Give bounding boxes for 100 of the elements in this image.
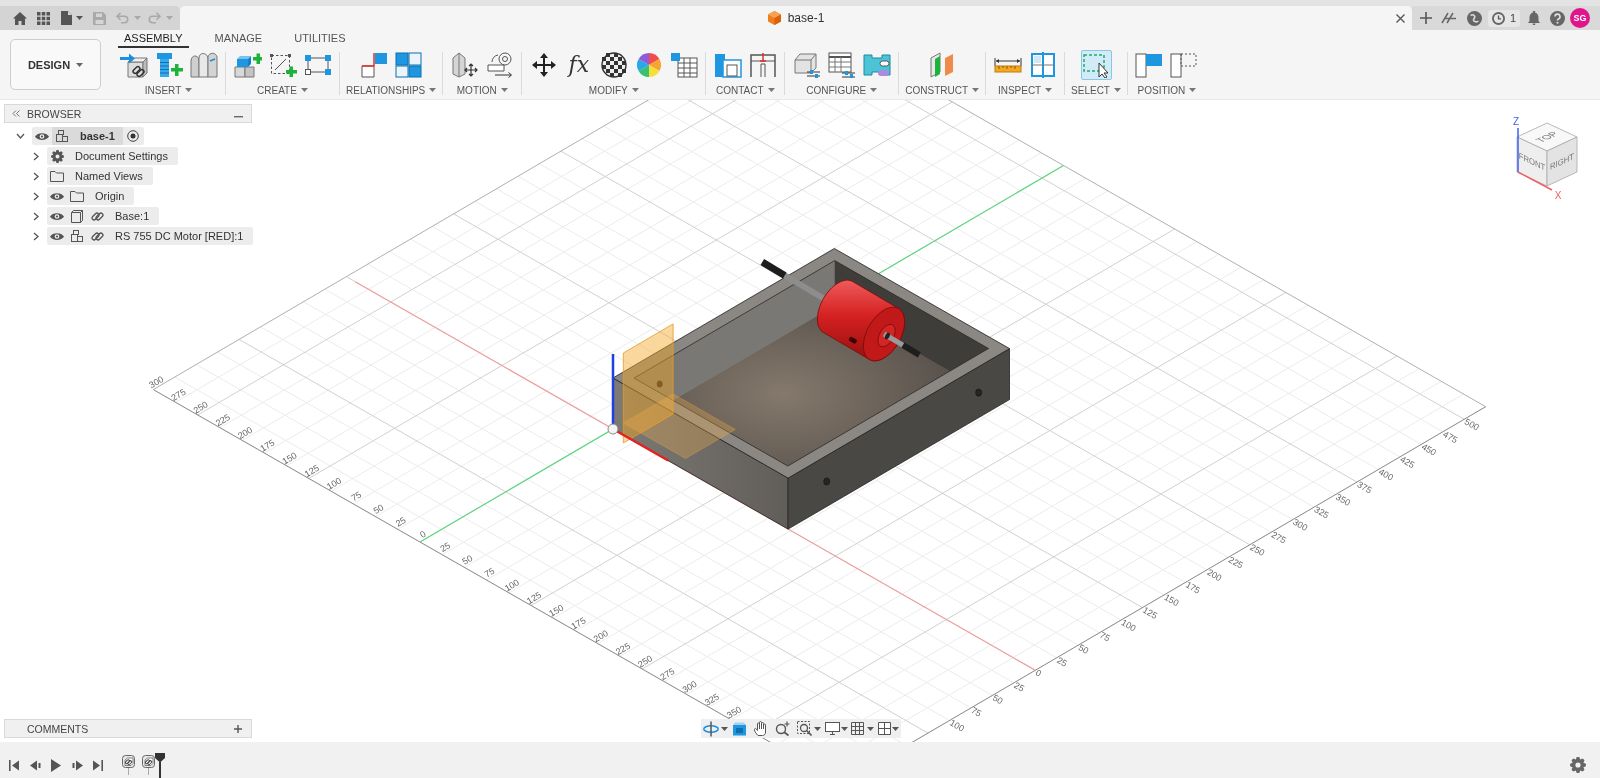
caret-icon[interactable] <box>813 726 821 731</box>
tool-group-menu[interactable]: CREATE <box>257 82 308 98</box>
ruler-label: 325 <box>1312 504 1331 521</box>
flag-square-icon[interactable] <box>359 52 388 78</box>
minimize-icon[interactable] <box>234 115 243 118</box>
browser-item[interactable]: Named Views <box>47 167 153 185</box>
dashed-square-plus-icon[interactable] <box>268 52 297 78</box>
caret-icon[interactable] <box>840 726 848 731</box>
add-icon[interactable] <box>234 724 242 733</box>
tool-group-menu[interactable]: CONFIGURE <box>806 82 878 98</box>
box-sliders-icon[interactable] <box>792 52 821 78</box>
tool-group-menu[interactable]: MOTION <box>456 82 508 98</box>
file-icon[interactable] <box>60 11 72 25</box>
home-icon[interactable] <box>13 11 27 25</box>
ruler-label: 0 <box>1033 667 1044 679</box>
block-arrows-icon[interactable] <box>450 52 479 78</box>
tool-group-menu[interactable]: MODIFY <box>588 82 639 98</box>
skip-end-icon[interactable] <box>93 759 103 771</box>
bell-icon[interactable] <box>1528 11 1541 25</box>
ruler-label: 300 <box>1291 516 1310 533</box>
tool-group-menu[interactable]: INSPECT <box>997 82 1053 98</box>
checker-sphere-icon[interactable] <box>599 52 628 78</box>
section-icon[interactable] <box>1028 52 1057 78</box>
browser-item[interactable]: Document Settings <box>47 147 178 165</box>
job-status-button[interactable]: 1 <box>1488 9 1521 27</box>
apps-icon[interactable] <box>36 11 50 25</box>
tool-group-menu[interactable]: CONTACT <box>716 82 775 98</box>
browser-item[interactable]: Origin <box>47 187 135 205</box>
panels-icon[interactable] <box>713 52 742 78</box>
tool-group-menu[interactable]: POSITION <box>1137 82 1197 98</box>
frame-split-icon[interactable] <box>748 52 777 78</box>
chevron-right-icon[interactable] <box>32 211 39 221</box>
bolt-plus-icon[interactable] <box>154 52 183 78</box>
plus-icon[interactable] <box>1420 12 1432 24</box>
linked-cube-icon[interactable] <box>141 755 155 775</box>
arrow-box-icon[interactable] <box>119 52 148 78</box>
tool-group-menu[interactable]: SELECT <box>1071 82 1121 98</box>
user-avatar[interactable]: SG <box>1570 8 1591 28</box>
dashed-panel-icon[interactable] <box>1170 52 1199 78</box>
caret-icon[interactable] <box>75 16 83 20</box>
puzzle-shape-icon[interactable] <box>862 52 891 78</box>
collapse-icon[interactable] <box>12 110 20 117</box>
tool-group-menu[interactable]: INSERT <box>144 82 193 98</box>
table-sliders-icon[interactable] <box>827 52 856 78</box>
browser-item[interactable]: Base:1 <box>47 207 160 225</box>
clock-icon <box>1492 11 1505 25</box>
viewports-icon[interactable] <box>877 722 891 735</box>
document-tab[interactable]: base-1 <box>180 6 1412 30</box>
settings-icon[interactable] <box>1570 757 1586 773</box>
caret-icon[interactable] <box>891 726 899 731</box>
ruler-label: 225 <box>614 640 632 657</box>
disc-arrow-icon[interactable] <box>485 52 514 78</box>
eye-icon[interactable] <box>50 191 64 201</box>
browser-item[interactable]: RS 755 DC Motor [RED]:1 <box>47 227 254 245</box>
chevron-down-icon[interactable] <box>16 133 25 139</box>
workspace-button[interactable]: DESIGN <box>10 39 101 90</box>
tool-group-menu[interactable]: RELATIONSHIPS <box>346 82 437 98</box>
linked-cube-icon[interactable] <box>121 755 135 775</box>
fit-icon[interactable] <box>796 721 812 736</box>
zoom-icon[interactable] <box>774 721 790 736</box>
table-icon[interactable] <box>669 52 698 78</box>
function-icon[interactable]: fx <box>568 52 590 78</box>
radio-icon[interactable] <box>126 130 139 142</box>
grid-icon[interactable] <box>850 722 864 735</box>
help-icon[interactable] <box>1549 10 1565 26</box>
swirl-circle-icon[interactable] <box>1466 10 1482 26</box>
close-icon[interactable] <box>1396 13 1405 23</box>
chevron-right-icon[interactable] <box>32 191 39 201</box>
skip-start-icon[interactable] <box>9 759 19 771</box>
eye-icon[interactable] <box>50 231 64 241</box>
chevron-right-icon[interactable] <box>32 231 39 241</box>
toolbar-tab[interactable]: UTILITIES <box>288 30 352 48</box>
caret-icon <box>767 88 775 92</box>
eye-icon[interactable] <box>50 211 64 221</box>
caret-icon[interactable] <box>720 726 728 731</box>
eye-icon[interactable] <box>35 131 49 141</box>
play-icon[interactable] <box>51 758 61 772</box>
surfaces-icon[interactable] <box>189 52 218 78</box>
cubes-plus-icon[interactable] <box>233 52 262 78</box>
window-icon[interactable] <box>731 721 747 736</box>
slashes-icon[interactable] <box>1441 12 1457 24</box>
toolbar-tab[interactable]: ASSEMBLY <box>118 30 189 48</box>
panel-square-icon[interactable] <box>1135 52 1164 78</box>
color-wheel-icon[interactable] <box>634 52 663 78</box>
browser-item[interactable]: base-1 <box>32 127 144 145</box>
step-forward-icon[interactable] <box>72 759 83 771</box>
toolbar-tab[interactable]: MANAGE <box>208 30 269 48</box>
timeline-marker[interactable] <box>155 753 165 778</box>
hand-icon[interactable] <box>754 721 768 736</box>
caret-icon[interactable] <box>866 726 874 731</box>
chevron-right-icon[interactable] <box>32 151 39 161</box>
chevron-right-icon[interactable] <box>32 171 39 181</box>
tool-group-menu[interactable]: CONSTRUCT <box>905 82 980 98</box>
ruler-label: 200 <box>591 628 610 645</box>
tiles-icon[interactable] <box>394 52 423 78</box>
monitor-icon[interactable] <box>824 722 840 735</box>
step-back-icon[interactable] <box>30 759 41 771</box>
linked-squares-icon[interactable] <box>303 52 332 78</box>
orbit-icon[interactable] <box>703 720 719 737</box>
tool-button[interactable] <box>1080 50 1112 80</box>
